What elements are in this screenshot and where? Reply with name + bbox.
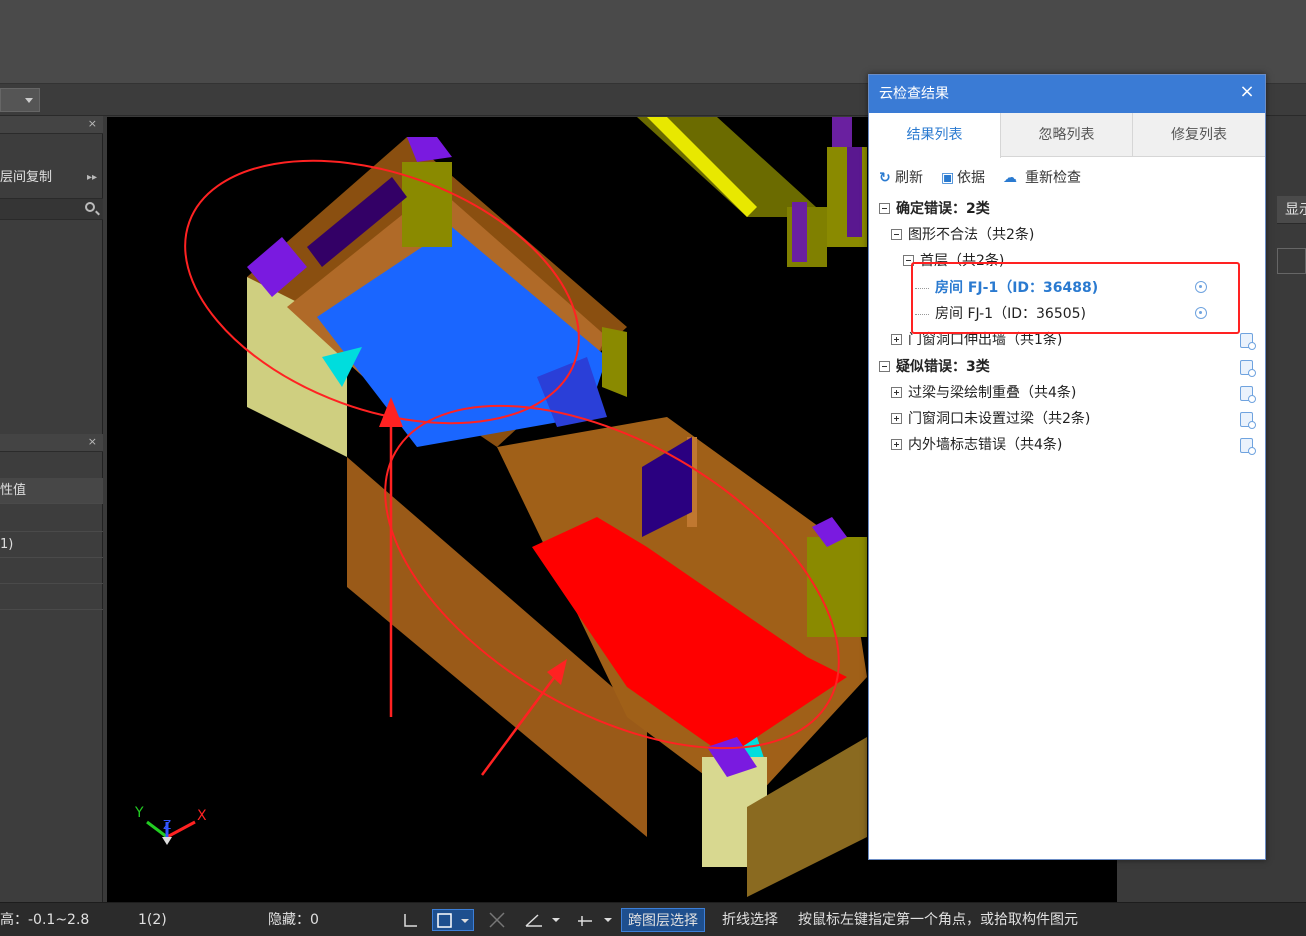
floor-combo[interactable] xyxy=(0,88,40,112)
expand-arrows-icon[interactable]: ▸▸ xyxy=(87,164,97,192)
search-icon[interactable] xyxy=(85,202,95,212)
report-icon[interactable] xyxy=(1240,386,1256,403)
tree-node-shape-invalid[interactable]: 图形不合法（共2条) xyxy=(891,223,1034,247)
display-header-text: 显示 xyxy=(1285,202,1306,218)
offset-icon[interactable] xyxy=(574,909,618,931)
cross-icon[interactable] xyxy=(486,909,508,931)
opening xyxy=(832,117,852,147)
report-icon[interactable] xyxy=(1240,412,1256,429)
wall xyxy=(402,162,452,247)
recheck-label: 重新检查 xyxy=(1025,170,1081,186)
expand-icon[interactable] xyxy=(891,333,902,345)
table-row[interactable]: 1) xyxy=(0,532,103,558)
tree-node-beam-overlap[interactable]: 过梁与梁绘制重叠（共4条) xyxy=(891,381,1076,405)
hidden-count: 隐藏：0 xyxy=(268,912,319,928)
collapse-icon[interactable] xyxy=(891,228,902,240)
panel-header: × xyxy=(0,116,103,134)
dialog-title-bar: 云检查结果 × xyxy=(869,75,1265,113)
chevron-down-icon xyxy=(25,98,33,103)
table-row[interactable] xyxy=(0,506,103,532)
tree-label: 内外墙标志错误（共4条) xyxy=(908,437,1063,453)
dialog-title: 云检查结果 xyxy=(879,86,949,102)
opening xyxy=(792,202,807,262)
command-hint: 按鼠标左键指定第一个角点，或拾取构件图元 xyxy=(798,912,1078,928)
cloud-check-dialog: 云检查结果 × 结果列表 忽略列表 修复列表 ↻ 刷新 ▣ 依据 ☁ 重新检查 确定错… xyxy=(868,74,1266,860)
tab-ignore-list[interactable]: 忽略列表 xyxy=(1001,113,1133,157)
tree-node-no-lintel[interactable]: 门窗洞口未设置过梁（共2条) xyxy=(891,407,1090,431)
close-icon[interactable]: × xyxy=(1239,83,1255,101)
refresh-label: 刷新 xyxy=(895,170,923,186)
table-row[interactable] xyxy=(0,558,103,584)
layer-copy-label: 层间复制 xyxy=(0,170,53,185)
layer-copy-item[interactable]: 层间复制 ▸▸ xyxy=(0,164,103,192)
angle-icon[interactable] xyxy=(522,909,566,931)
close-icon[interactable]: × xyxy=(88,117,97,130)
ortho-icon[interactable] xyxy=(400,909,422,931)
result-tabs: 结果列表 忽略列表 修复列表 xyxy=(869,113,1265,158)
cross-layer-select-button[interactable]: 跨图层选择 xyxy=(621,908,705,932)
snap-toggle-icon[interactable] xyxy=(432,909,474,931)
status-bar: 高：-0.1~2.8 1(2) 隐藏：0 跨图层选择 折线选择 按鼠标左键指定第… xyxy=(0,902,1306,936)
axis-z-label: Z xyxy=(163,818,171,832)
property-value: 1) xyxy=(0,537,14,552)
report-icon[interactable] xyxy=(1240,438,1256,455)
basis-button[interactable]: ▣ 依据 xyxy=(941,167,985,187)
search-field[interactable] xyxy=(0,198,103,220)
column-header: 性值 xyxy=(0,483,27,498)
tree-node-suspected[interactable]: 疑似错误：3类 xyxy=(879,355,990,379)
tab-result-list[interactable]: 结果列表 xyxy=(869,113,1001,158)
tree-node-confirmed[interactable]: 确定错误：2类 xyxy=(879,197,990,221)
tab-repair-list[interactable]: 修复列表 xyxy=(1133,113,1265,157)
tree-label: 疑似错误：3类 xyxy=(896,359,990,375)
display-header: 显示 xyxy=(1277,196,1306,224)
document-search-icon: ▣ xyxy=(941,170,955,186)
elevation-readout: 高：-0.1~2.8 xyxy=(0,912,90,928)
table-row[interactable] xyxy=(0,584,103,610)
refresh-icon: ↻ xyxy=(879,170,891,186)
tree-label: 过梁与梁绘制重叠（共4条) xyxy=(908,385,1077,401)
wall xyxy=(602,327,627,397)
axis-origin xyxy=(162,837,172,845)
tree-node-wall-flag[interactable]: 内外墙标志错误（共4条) xyxy=(891,433,1062,457)
collapse-icon[interactable] xyxy=(879,360,890,372)
axis-x-label: X xyxy=(197,808,207,824)
expand-icon[interactable] xyxy=(891,412,902,424)
report-icon[interactable] xyxy=(1240,333,1256,350)
recheck-button[interactable]: ☁ 重新检查 xyxy=(1003,167,1081,187)
polyline-select-button[interactable]: 折线选择 xyxy=(716,908,784,932)
display-input[interactable] xyxy=(1277,248,1306,274)
tree-label: 图形不合法（共2条) xyxy=(908,227,1035,243)
close-icon[interactable]: × xyxy=(88,435,97,448)
tree-label: 门窗洞口未设置过梁（共2条) xyxy=(908,411,1091,427)
expand-icon[interactable] xyxy=(891,438,902,450)
tree-label: 门窗洞口伸出墙（共1条) xyxy=(908,332,1063,348)
collapse-icon[interactable] xyxy=(879,202,890,214)
top-ribbon xyxy=(0,0,1306,84)
axis-y-label: Y xyxy=(134,805,144,821)
refresh-button[interactable]: ↻ 刷新 xyxy=(879,167,923,187)
report-icon[interactable] xyxy=(1240,360,1256,377)
layer-readout: 1(2) xyxy=(138,912,167,928)
property-value-header: 性值 xyxy=(0,478,103,504)
tree-label: 确定错误：2类 xyxy=(896,201,990,217)
expand-icon[interactable] xyxy=(891,386,902,398)
opening xyxy=(847,147,862,237)
annotation-highlight-box xyxy=(911,262,1240,334)
properties-header: × xyxy=(0,434,103,452)
left-panel: × 层间复制 ▸▸ × 性值 1) xyxy=(0,116,103,902)
cloud-icon: ☁ xyxy=(1003,170,1017,186)
basis-label: 依据 xyxy=(957,170,985,186)
